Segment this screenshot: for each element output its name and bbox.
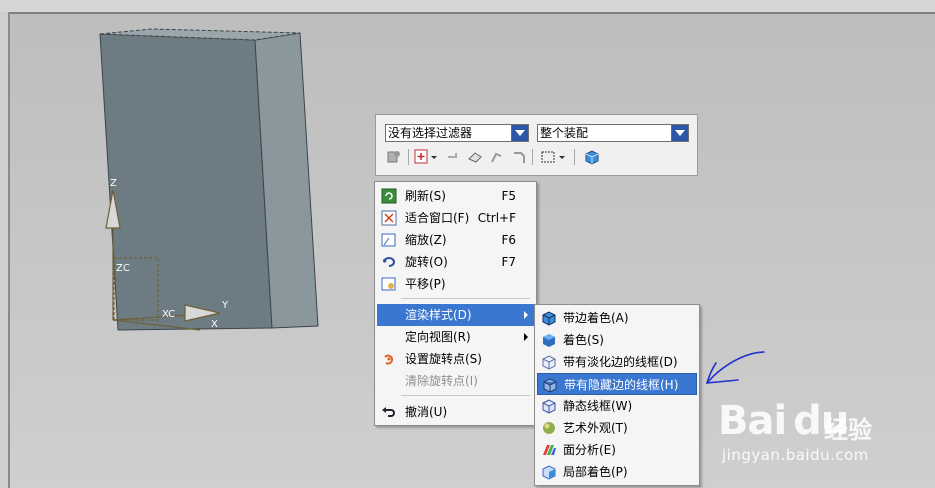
chevron-down-icon[interactable] [558,148,566,166]
render-style-submenu: 带边着色(A) 着色(S) 带有淡化边的线框(D) 带有隐藏边的线框(H) 静态… [534,304,700,486]
menu-item-partial-shading[interactable]: 局部着色(P) [537,461,697,483]
chevron-down-icon[interactable] [511,125,528,141]
selection-scope-dropdown[interactable]: 整个装配 [537,124,689,142]
menu-item-label: 定向视图(R) [405,330,471,344]
watermark-brand: 经验 [824,416,872,444]
menu-item-label: 静态线框(W) [563,399,633,413]
menu-item-orient-view[interactable]: 定向视图(R) [377,326,534,348]
menu-item-static-wireframe[interactable]: 静态线框(W) [537,395,697,417]
context-menu: 刷新(S) F5 适合窗口(F) Ctrl+F 缩放(Z) F6 旋转(O) F… [374,181,537,426]
wireframe-dim-edges-icon [542,355,556,370]
face-analysis-icon [543,445,556,455]
menu-item-pan[interactable]: 平移(P) [377,273,534,295]
menu-item-render-style[interactable]: 渲染样式(D) [377,304,534,326]
menu-item-label: 缩放(Z) [405,233,447,247]
menu-item-label: 带有隐藏边的线框(H) [564,378,679,392]
menu-item-wireframe-hidden-edges[interactable]: 带有隐藏边的线框(H) [537,373,697,395]
toolbar-separator [532,149,533,165]
undo-selection-icon[interactable] [444,148,462,166]
menu-item-shortcut: Ctrl+F [477,211,516,225]
menu-item-label: 渲染样式(D) [405,308,472,322]
partial-shading-icon [542,465,556,480]
rotate-point-icon [384,354,394,365]
type-filter-value: 没有选择过滤器 [388,126,473,140]
watermark-url: jingyan.baidu.com [722,446,869,464]
menu-item-set-rotate-point[interactable]: 设置旋转点(S) [377,348,534,370]
menu-item-label: 带有淡化边的线框(D) [563,355,678,369]
menu-item-label: 局部着色(P) [563,465,628,479]
menu-item-label: 艺术外观(T) [563,421,628,435]
menu-item-fit[interactable]: 适合窗口(F) Ctrl+F [377,207,534,229]
menu-item-label: 带边着色(A) [563,311,629,325]
box-front-face [99,33,273,331]
submenu-arrow-icon [524,333,528,341]
menu-separator [401,395,530,396]
menu-item-wireframe-dim-edges[interactable]: 带有淡化边的线框(D) [537,351,697,373]
menu-item-label: 设置旋转点(S) [405,352,482,366]
menu-item-face-analysis[interactable]: 面分析(E) [537,439,697,461]
type-filter-dropdown[interactable]: 没有选择过滤器 [385,124,529,142]
menu-item-label: 面分析(E) [563,443,616,457]
snap-point-icon[interactable] [413,148,431,166]
selection-scope-value: 整个装配 [540,126,589,140]
fit-icon [381,210,397,226]
zoom-icon [381,233,396,247]
menu-item-rotate[interactable]: 旋转(O) F7 [377,251,534,273]
menu-item-shortcut: F7 [501,255,516,269]
refresh-icon [381,188,397,204]
axis-z-label: Z [110,178,117,189]
menu-item-label: 刷新(S) [405,189,446,203]
menu-separator [401,298,530,299]
watermark: Bai du 经验 jingyan.baidu.com [718,398,933,486]
eraser-icon[interactable] [466,148,484,166]
axis-y-label: Y [221,300,229,311]
menu-item-shortcut: F6 [501,233,516,247]
axis-x-label: X [211,319,218,330]
shaded-with-edges-icon [542,311,556,326]
toolbar-separator [574,149,575,165]
shaded-cube-icon[interactable] [583,148,601,166]
axis-zc-label: ZC [116,263,130,274]
extend-icon[interactable] [488,148,506,166]
undo-icon [382,407,395,417]
pan-icon [381,277,396,291]
menu-item-label: 适合窗口(F) [405,211,470,225]
menu-item-shaded-with-edges[interactable]: 带边着色(A) [537,307,697,329]
chevron-down-icon[interactable] [671,125,688,141]
menu-item-label: 撤消(U) [405,405,448,419]
rotate-icon [383,257,395,267]
submenu-arrow-icon [524,311,528,319]
selection-bar: 没有选择过滤器 整个装配 [375,114,698,176]
menu-item-label: 旋转(O) [405,255,448,269]
menu-item-shaded[interactable]: 着色(S) [537,329,697,351]
annotation-arrow [706,351,765,384]
menu-item-label: 清除旋转点(I) [405,374,478,388]
menu-item-clear-rotate-point[interactable]: 清除旋转点(I) [377,370,534,392]
static-wireframe-icon [542,399,556,414]
menu-item-undo[interactable]: 撤消(U) [377,401,534,423]
trim-icon[interactable] [510,148,528,166]
wireframe-hidden-edges-icon [543,378,557,393]
chevron-down-icon[interactable] [430,148,438,166]
studio-icon [543,422,555,434]
shaded-icon [543,334,555,347]
menu-item-label: 平移(P) [405,277,446,291]
general-selection-icon[interactable] [385,148,403,166]
menu-item-zoom[interactable]: 缩放(Z) F6 [377,229,534,251]
axis-xc-label: XC [162,309,175,320]
menu-item-refresh[interactable]: 刷新(S) F5 [377,185,534,207]
toolbar-separator [408,149,409,165]
menu-item-label: 着色(S) [563,333,604,347]
rectangle-select-icon[interactable] [539,148,557,166]
menu-item-shortcut: F5 [501,189,516,203]
menu-item-studio[interactable]: 艺术外观(T) [537,417,697,439]
